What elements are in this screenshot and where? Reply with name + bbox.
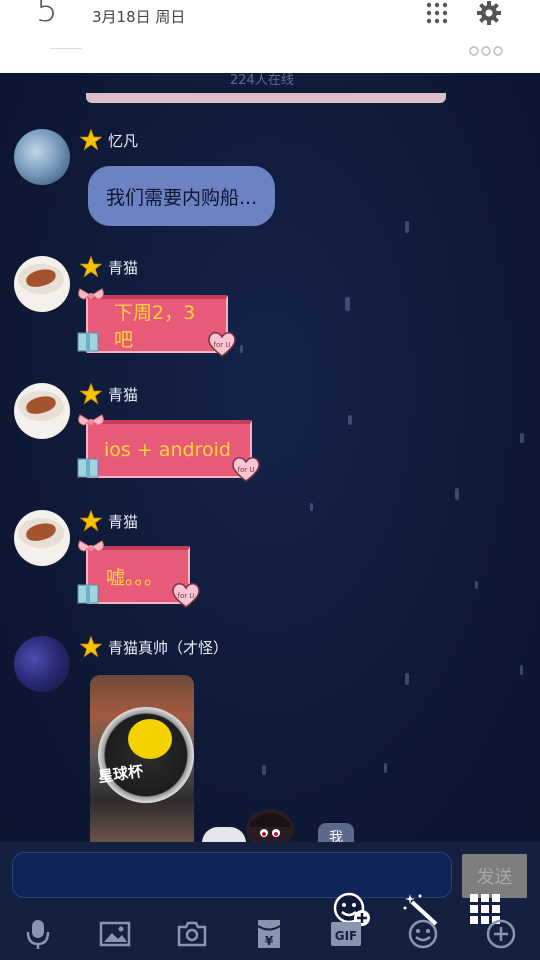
- avatar[interactable]: [14, 510, 70, 566]
- previous-message-bubble: [86, 93, 446, 103]
- sender-row: 青猫: [80, 510, 138, 532]
- heart-tag-label: for U: [214, 341, 231, 349]
- heart-tag-icon: for U: [172, 583, 200, 608]
- star-badge-icon: [80, 636, 102, 658]
- smiley-icon: [128, 719, 172, 759]
- snow-decoration: [475, 581, 478, 589]
- add-circle-icon[interactable]: [485, 918, 517, 950]
- avatar[interactable]: [14, 636, 70, 692]
- gif-label: GIF: [335, 929, 358, 943]
- snow-decoration: [262, 765, 266, 775]
- red-packet-label: ¥: [265, 934, 274, 948]
- gift-bow-icon: [77, 540, 104, 604]
- message-text: 我们需要内购船...: [106, 186, 258, 209]
- sender-name: 青猫: [108, 258, 139, 277]
- avatar[interactable]: [14, 129, 70, 185]
- online-count: 224人在线: [230, 73, 294, 88]
- gift-bow-icon: [77, 414, 104, 478]
- gift-message-bubble[interactable]: ios + android: [86, 420, 252, 478]
- snow-decoration: [520, 665, 523, 675]
- message-text: 下周2，3吧: [114, 302, 196, 351]
- snow-decoration: [455, 488, 459, 500]
- heart-tag-icon: for U: [232, 457, 260, 482]
- sender-name: 青猫真帅（才怪）: [108, 638, 229, 657]
- star-badge-icon: [80, 256, 102, 278]
- star-badge-icon: [80, 129, 102, 151]
- sender-name: 青猫: [108, 385, 139, 404]
- composer-bar: 发送 ¥ GIF: [0, 842, 540, 960]
- star-badge-icon: [80, 383, 102, 405]
- avatar[interactable]: [14, 383, 70, 439]
- photo-message[interactable]: 星球杯: [90, 675, 194, 853]
- divider: [50, 48, 82, 49]
- gif-icon[interactable]: GIF: [330, 918, 362, 950]
- send-button[interactable]: 发送: [462, 854, 527, 898]
- snow-decoration: [520, 433, 524, 443]
- heart-tag-label: for U: [238, 466, 255, 474]
- app-grid-icon[interactable]: [426, 2, 448, 24]
- snow-decoration: [405, 673, 409, 685]
- red-packet-icon[interactable]: ¥: [253, 918, 285, 950]
- snow-decoration: [240, 345, 243, 353]
- heart-tag-label: for U: [178, 592, 195, 600]
- status-date: 3月18日 周日: [92, 8, 186, 26]
- heart-tag-icon: for U: [208, 332, 236, 357]
- sender-row: 忆凡: [80, 129, 138, 151]
- microphone-icon[interactable]: [22, 918, 54, 950]
- camera-icon[interactable]: [176, 918, 208, 950]
- sender-name: 忆凡: [108, 131, 139, 150]
- snow-decoration: [405, 221, 409, 233]
- snow-decoration: [384, 763, 387, 773]
- sender-row: 青猫: [80, 383, 138, 405]
- star-badge-icon: [80, 510, 102, 532]
- more-dots-icon[interactable]: [468, 45, 504, 57]
- emoji-icon[interactable]: [407, 918, 439, 950]
- status-bar: 5 3月18日 周日: [0, 0, 540, 73]
- status-number: 5: [36, 0, 58, 30]
- snow-decoration: [310, 503, 313, 511]
- message-text: ios + android: [104, 439, 231, 461]
- sender-name: 青猫: [108, 512, 139, 531]
- snow-decoration: [348, 415, 352, 425]
- gift-bow-icon: [77, 288, 104, 352]
- snow-decoration: [345, 297, 350, 311]
- message-bubble[interactable]: 我们需要内购船...: [88, 166, 276, 226]
- sender-row: 青猫: [80, 256, 138, 278]
- chat-area[interactable]: 224人在线 忆凡 我们需要内购船... 青猫 下周2，3吧 for U 青猫 …: [0, 73, 540, 853]
- gear-icon[interactable]: [476, 0, 502, 26]
- avatar[interactable]: [14, 256, 70, 312]
- message-text: 嘘。。。: [106, 566, 164, 589]
- sender-row: 青猫真帅（才怪）: [80, 636, 228, 658]
- image-icon[interactable]: [99, 918, 131, 950]
- message-input[interactable]: [12, 852, 452, 898]
